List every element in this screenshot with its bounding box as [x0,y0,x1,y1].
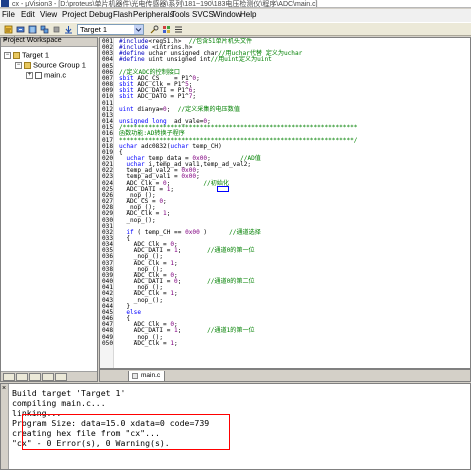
tree-item-source-group-1[interactable]: − Source Group 1 [15,60,86,70]
menu-tools[interactable]: Tools [171,10,190,19]
title-bar: cx - µVision3 - [D:\proteus\单片机器件\光电传感器\… [0,0,471,8]
rebuild-icon[interactable] [28,25,37,34]
target-select-value: Target 1 [80,25,108,34]
translate-icon[interactable] [4,25,13,34]
menu-edit[interactable]: Edit [21,10,35,19]
app-logo-icon [1,0,9,7]
file-icon [132,373,138,379]
download-icon[interactable] [64,25,73,34]
close-icon[interactable]: × [2,385,6,392]
tab-templates[interactable] [55,373,67,381]
tree-item-target-1[interactable]: − Target 1 [4,50,49,60]
collapse-icon[interactable]: − [15,61,22,69]
code-listing: 001 #include<reg51.h> //包含51单片机头文件 002 #inc… [102,38,357,347]
batch-build-icon[interactable] [40,25,49,34]
tab-books[interactable] [29,373,41,381]
tree-item-label: Target 1 [22,50,50,60]
menu-file[interactable]: File [2,10,15,19]
output-line: compiling main.c... [12,398,106,408]
target-options-icon[interactable] [150,25,159,34]
project-workspace-panel: Project Workspace × − Target 1 − Source Gr… [0,37,98,382]
tab-registers[interactable] [16,373,28,381]
output-window-handle: × [1,384,9,469]
collapse-icon[interactable]: − [4,51,11,59]
chevron-down-icon[interactable] [134,25,143,34]
code-line: 050 ADC_Clk = 1; [102,339,178,347]
brace-match-marker [217,186,229,192]
tree-item-label: Source Group 1 [33,60,86,70]
file-extensions-icon[interactable] [162,25,171,34]
workspace-tabs [1,371,97,381]
tree-item-main-c[interactable]: + main.c [26,70,66,80]
tab-files[interactable] [3,373,15,381]
folder-icon [24,61,31,69]
file-icon [35,71,42,79]
tab-functions[interactable] [42,373,54,381]
project-workspace-header: Project Workspace × [1,37,97,47]
build-result-highlight [22,414,230,450]
tree-item-label: main.c [44,70,67,80]
menu-flash[interactable]: Flash [113,10,133,19]
output-line: Build target 'Target 1' [12,388,126,398]
close-icon[interactable]: × [3,37,95,44]
menu-project[interactable]: Project [62,10,87,19]
expand-icon[interactable]: + [26,71,33,79]
menu-svcs[interactable]: SVCS [192,10,214,19]
stop-build-icon[interactable] [52,25,61,34]
menu-window[interactable]: Window [213,10,241,19]
menu-help[interactable]: Help [240,10,256,19]
tab-main-c-label: main.c [141,372,161,379]
build-icon[interactable] [16,25,25,34]
menu-view[interactable]: View [40,10,57,19]
folder-icon [13,51,20,59]
code-editor[interactable]: 001 #include<reg51.h> //包含51单片机头文件 002 #inc… [99,37,471,369]
menu-peripherals[interactable]: Peripherals [133,10,173,19]
manage-components-icon[interactable] [174,25,183,34]
tab-main-c[interactable]: main.c [128,371,165,382]
editor-tab-strip: main.c [99,369,471,382]
build-toolbar: Target 1 [0,22,471,36]
target-select[interactable]: Target 1 [77,24,144,35]
menu-bar: File Edit View Project Debug Flash Perip… [0,9,471,22]
menu-debug[interactable]: Debug [89,10,113,19]
window-title: cx - µVision3 - [D:\proteus\单片机器件\光电传感器\… [12,1,318,8]
